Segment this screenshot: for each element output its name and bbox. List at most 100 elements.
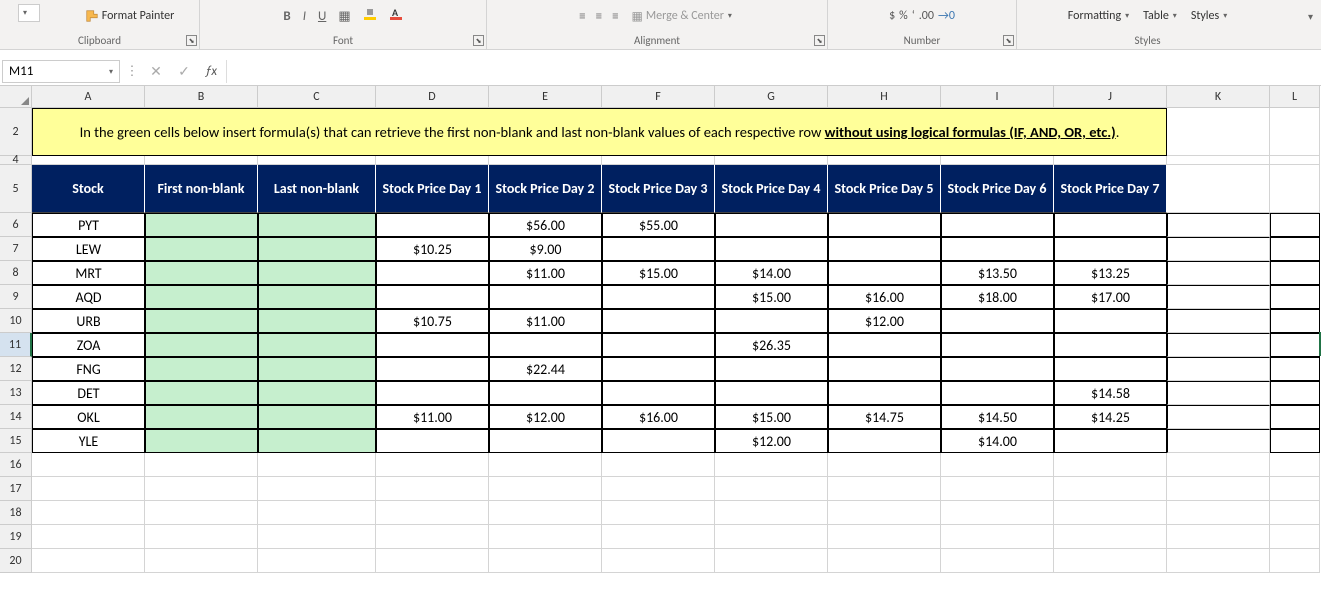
price-cell[interactable] [489,429,602,453]
cell-empty[interactable] [258,549,376,573]
cell-empty[interactable] [1054,501,1167,525]
price-cell[interactable] [602,285,715,309]
cell-empty[interactable] [376,549,489,573]
cell-empty[interactable] [32,156,145,165]
price-cell[interactable]: $10.25 [376,237,489,261]
cell-empty[interactable] [489,453,602,477]
price-cell[interactable] [941,381,1054,405]
stock-name-cell[interactable]: AQD [32,285,145,309]
last-nonblank-cell[interactable] [258,213,376,237]
cell-empty[interactable] [1054,525,1167,549]
column-header-I[interactable]: I [941,86,1054,108]
price-cell[interactable]: $15.00 [715,285,828,309]
price-cell[interactable]: $12.00 [489,405,602,429]
price-cell[interactable] [941,237,1054,261]
cell-empty[interactable] [1167,237,1270,261]
stock-name-cell[interactable]: PYT [32,213,145,237]
price-cell[interactable]: $14.00 [941,429,1054,453]
price-cell[interactable] [602,357,715,381]
cell-empty[interactable] [1167,357,1270,381]
cell-empty[interactable] [145,453,258,477]
first-nonblank-cell[interactable] [145,309,258,333]
cell-empty[interactable] [1270,213,1320,237]
cell-empty[interactable] [1167,165,1270,213]
currency-icon[interactable]: $ [889,9,895,23]
formula-cancel-button[interactable]: ✕ [142,58,170,85]
cell-empty[interactable] [145,549,258,573]
row-header-11[interactable]: 11 [0,333,32,357]
clipboard-launcher[interactable]: ⬊ [186,35,197,46]
table-header[interactable]: Stock [32,165,145,213]
last-nonblank-cell[interactable] [258,309,376,333]
price-cell[interactable] [828,237,941,261]
price-cell[interactable]: $55.00 [602,213,715,237]
price-cell[interactable]: $11.00 [376,405,489,429]
price-cell[interactable]: $15.00 [715,405,828,429]
price-cell[interactable]: $56.00 [489,213,602,237]
row-header-6[interactable]: 6 [0,213,32,237]
cell-empty[interactable] [32,453,145,477]
cell-empty[interactable] [828,477,941,501]
first-nonblank-cell[interactable] [145,237,258,261]
price-cell[interactable] [828,213,941,237]
price-cell[interactable] [602,429,715,453]
cell-empty[interactable] [32,549,145,573]
price-cell[interactable] [489,333,602,357]
last-nonblank-cell[interactable] [258,357,376,381]
cell-empty[interactable] [489,501,602,525]
cell-empty[interactable] [602,453,715,477]
price-cell[interactable]: $14.75 [828,405,941,429]
cell-empty[interactable] [602,549,715,573]
align-center-icon[interactable]: ≡ [596,9,602,24]
conditional-formatting-button[interactable]: Formatting▾ [1065,8,1132,24]
cell-empty[interactable] [715,549,828,573]
price-cell[interactable]: $9.00 [489,237,602,261]
row-header-16[interactable]: 16 [0,453,32,477]
align-right-icon[interactable]: ≡ [612,9,618,24]
price-cell[interactable] [602,309,715,333]
cell-empty[interactable] [258,453,376,477]
price-cell[interactable]: $14.00 [715,261,828,285]
format-painter-button[interactable]: Format Painter [82,8,178,24]
price-cell[interactable] [1054,309,1167,333]
price-cell[interactable] [1054,237,1167,261]
cell-empty[interactable] [1054,453,1167,477]
cell-empty[interactable] [1270,156,1320,165]
name-box-dropdown[interactable]: ▾ [109,67,113,77]
first-nonblank-cell[interactable] [145,285,258,309]
price-cell[interactable] [376,261,489,285]
cell-empty[interactable] [1054,477,1167,501]
cell-empty[interactable] [715,525,828,549]
cell-empty[interactable] [258,477,376,501]
stock-name-cell[interactable]: ZOA [32,333,145,357]
table-header[interactable]: Stock Price Day 3 [602,165,715,213]
cell-empty[interactable] [1270,237,1320,261]
price-cell[interactable] [376,357,489,381]
cell-empty[interactable] [489,549,602,573]
stock-name-cell[interactable]: URB [32,309,145,333]
price-cell[interactable] [1054,429,1167,453]
column-header-E[interactable]: E [489,86,602,108]
alignment-launcher[interactable]: ⬊ [814,35,825,46]
cell-empty[interactable] [1270,429,1320,453]
table-header[interactable]: Stock Price Day 6 [941,165,1054,213]
number-launcher[interactable]: ⬊ [1003,35,1014,46]
decimal-decrease-icon[interactable]: .00 [919,9,934,23]
price-cell[interactable] [715,309,828,333]
cell-empty[interactable] [258,156,376,165]
cell-empty[interactable] [1270,165,1320,213]
price-cell[interactable] [1054,357,1167,381]
cell-empty[interactable] [941,549,1054,573]
cell-empty[interactable] [1167,453,1270,477]
cell-empty[interactable] [941,156,1054,165]
row-header-9[interactable]: 9 [0,285,32,309]
price-cell[interactable] [828,333,941,357]
column-header-F[interactable]: F [602,86,715,108]
cell-empty[interactable] [1167,213,1270,237]
price-cell[interactable] [715,237,828,261]
cell-empty[interactable] [1167,477,1270,501]
price-cell[interactable]: $18.00 [941,285,1054,309]
stock-name-cell[interactable]: DET [32,381,145,405]
stock-name-cell[interactable]: MRT [32,261,145,285]
cell-empty[interactable] [1270,501,1320,525]
